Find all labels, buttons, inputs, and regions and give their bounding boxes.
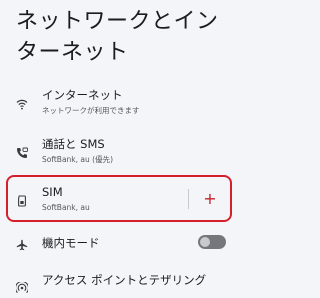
add-sim-button[interactable]: + bbox=[200, 189, 220, 209]
sim-subtitle: SoftBank, au bbox=[42, 203, 90, 212]
toggle-knob bbox=[200, 237, 210, 247]
wifi-icon bbox=[16, 95, 28, 110]
settings-item-hotspot-tethering[interactable]: アクセス ポイントとテザリング bbox=[0, 268, 240, 293]
airplane-icon bbox=[16, 236, 28, 251]
airplane-mode-title: 機内モード bbox=[42, 236, 100, 250]
internet-title: インターネット bbox=[42, 88, 123, 102]
hotspot-title: アクセス ポイントとテザリング bbox=[42, 273, 207, 287]
hotspot-icon bbox=[15, 279, 29, 293]
sim-divider bbox=[188, 189, 189, 209]
calls-sms-subtitle: SoftBank, au (優先) bbox=[42, 155, 113, 164]
calls-sms-title: 通話と SMS bbox=[42, 137, 105, 151]
settings-item-calls-sms[interactable]: 通話と SMS SoftBank, au (優先) bbox=[0, 132, 240, 172]
sim-title: SIM bbox=[42, 185, 63, 199]
internet-subtitle: ネットワークが利用できます bbox=[42, 106, 140, 115]
settings-item-internet[interactable]: インターネット ネットワークが利用できます bbox=[0, 84, 240, 124]
airplane-mode-toggle[interactable] bbox=[198, 235, 226, 249]
sim-card-icon bbox=[16, 192, 28, 207]
page-title: ネットワークとインターネット bbox=[16, 9, 219, 65]
phone-icon bbox=[16, 144, 28, 158]
